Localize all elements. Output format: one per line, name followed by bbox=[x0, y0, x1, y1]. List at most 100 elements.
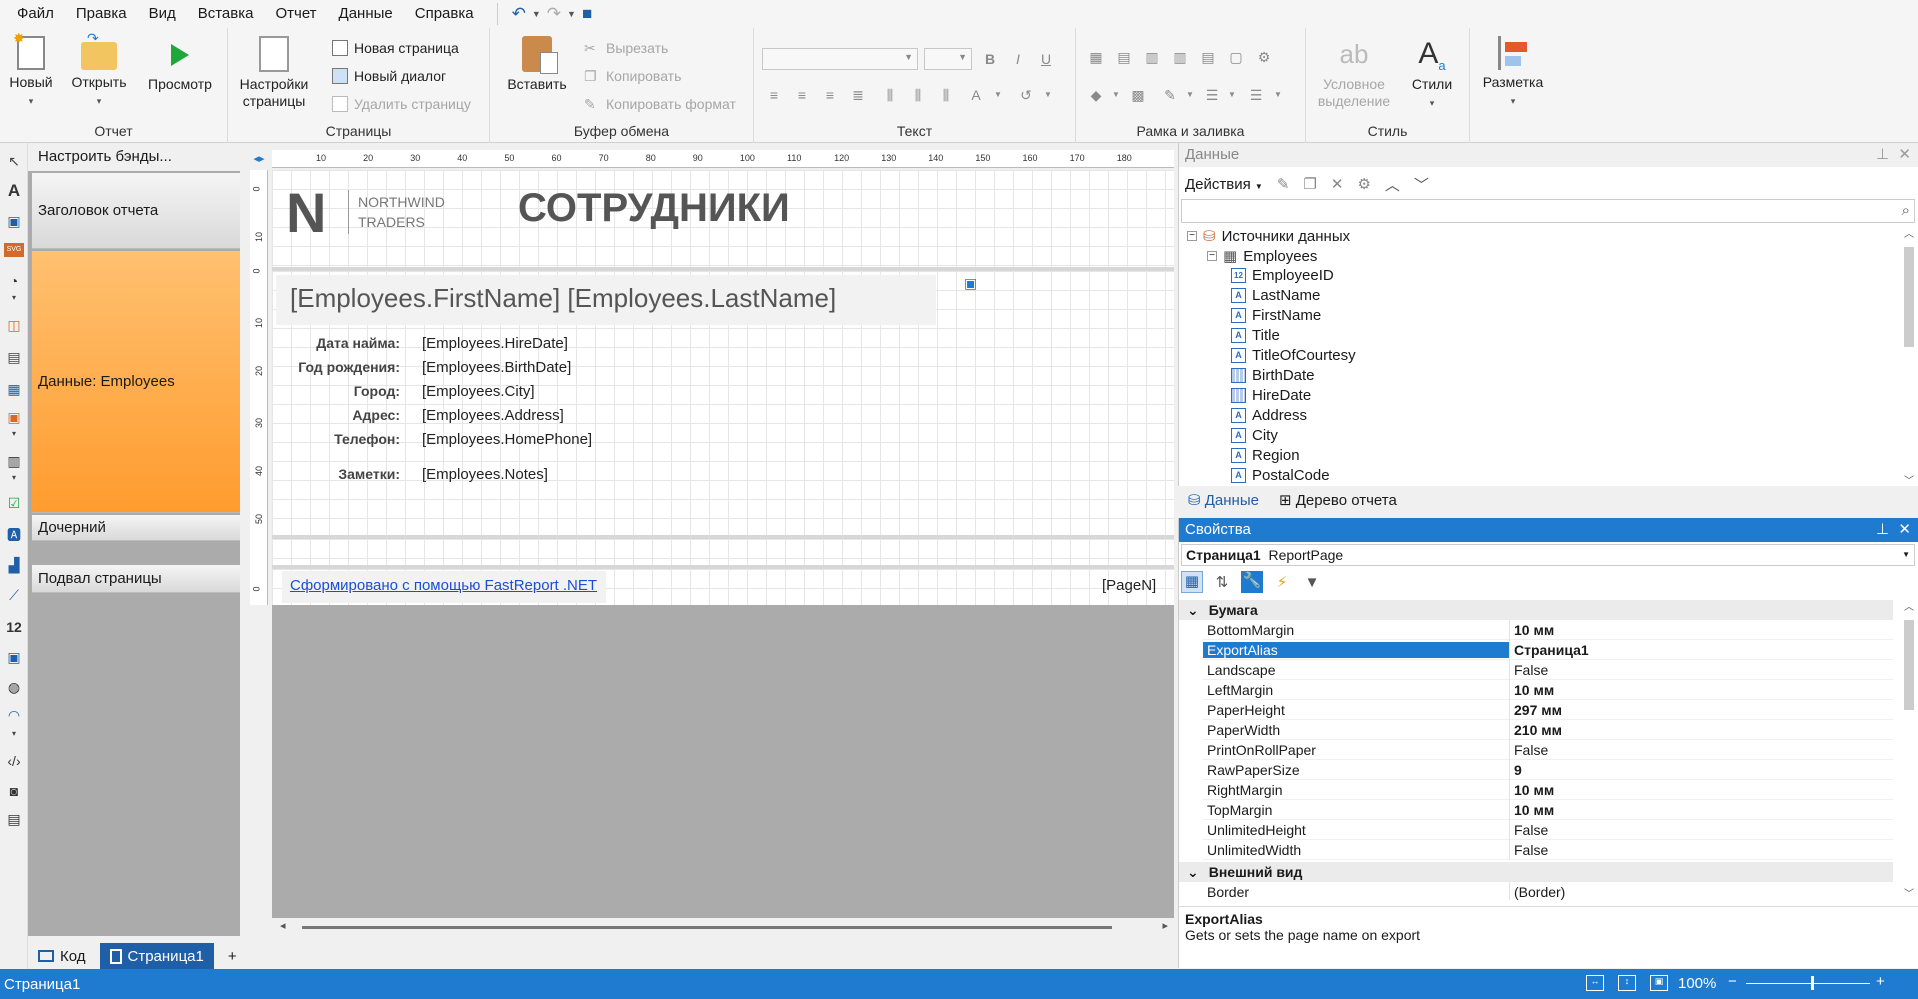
tab-code[interactable]: Код bbox=[28, 943, 96, 969]
rotate-icon[interactable]: ↺ bbox=[1016, 86, 1036, 104]
font-name-combo[interactable]: ▼ bbox=[762, 48, 918, 70]
report-title-band[interactable]: N NORTHWIND TRADERS СОТРУДНИКИ bbox=[272, 170, 1174, 267]
fit-width-icon[interactable]: ↕ bbox=[1618, 975, 1636, 991]
bands-icon[interactable]: ▤ bbox=[4, 809, 24, 829]
tree-field[interactable]: A Region bbox=[1231, 447, 1300, 464]
border-left-icon[interactable]: ▥ bbox=[1142, 48, 1162, 66]
border-right-icon[interactable]: ▥ bbox=[1170, 48, 1190, 66]
copy-icon[interactable]: ❐ bbox=[1303, 175, 1316, 193]
report-title-text[interactable]: СОТРУДНИКИ bbox=[518, 186, 790, 231]
zoom-slider-thumb[interactable] bbox=[1811, 976, 1814, 990]
chart-object-icon[interactable]: ▟ bbox=[4, 555, 24, 575]
border-top-icon[interactable]: ▤ bbox=[1114, 48, 1134, 66]
object-selector[interactable]: Страница1 ReportPage ▼ bbox=[1181, 544, 1915, 566]
fill-pattern-icon[interactable]: ▩ bbox=[1128, 86, 1148, 104]
data-band[interactable]: [Employees.FirstName] [Employees.LastNam… bbox=[272, 271, 1174, 535]
chevron-down-icon[interactable]: ▾ bbox=[4, 293, 24, 303]
border-all-icon[interactable]: ▦ bbox=[1086, 48, 1106, 66]
new-dialog-button[interactable]: Новый диалог bbox=[332, 68, 446, 84]
menu-view[interactable]: Вид bbox=[138, 0, 187, 28]
scroll-left-icon[interactable]: ◂ bbox=[280, 919, 286, 932]
underline-icon[interactable]: U bbox=[1036, 50, 1056, 68]
pin-icon[interactable]: ⊥ bbox=[1876, 518, 1889, 542]
close-icon[interactable]: ✕ bbox=[1898, 143, 1911, 167]
scroll-thumb[interactable] bbox=[1904, 620, 1914, 710]
italic-icon[interactable]: I bbox=[1008, 50, 1028, 68]
tab-data[interactable]: ⛁ Данные bbox=[1188, 491, 1259, 509]
footer-link[interactable]: Сформировано с помощью FastReport .NET bbox=[290, 577, 597, 594]
align-center-icon[interactable]: ≡ bbox=[792, 86, 812, 104]
property-grid-scrollbar[interactable]: ︿ ﹀ bbox=[1902, 598, 1916, 900]
property-row[interactable]: RightMargin 10 мм bbox=[1203, 779, 1893, 800]
band-page-footer[interactable]: Подвал страницы bbox=[32, 565, 240, 593]
property-row[interactable]: LeftMargin 10 мм bbox=[1203, 679, 1893, 700]
events-icon[interactable]: ⚡ bbox=[1271, 573, 1293, 591]
chevron-down-icon[interactable]: ▼ bbox=[1222, 86, 1242, 104]
shape-object-icon[interactable]: ◔ bbox=[4, 271, 24, 291]
new-page-button[interactable]: Новая страница bbox=[332, 40, 459, 56]
property-row[interactable]: ExportAlias Страница1 bbox=[1203, 639, 1893, 660]
redo-dropdown-icon[interactable]: ▼ bbox=[567, 9, 576, 19]
tab-page1[interactable]: Страница1 bbox=[99, 943, 214, 969]
fill-color-icon[interactable]: ◆ bbox=[1086, 86, 1106, 104]
chevron-down-icon[interactable]: ▼ bbox=[1106, 86, 1126, 104]
tree-field[interactable]: A Title bbox=[1231, 327, 1280, 344]
northwind-logo[interactable]: N NORTHWIND TRADERS bbox=[280, 180, 458, 246]
tab-report-tree[interactable]: ⊞ Дерево отчета bbox=[1279, 491, 1397, 509]
checkbox-object-icon[interactable]: ☑ bbox=[4, 493, 24, 513]
subreport-icon[interactable]: ◫ bbox=[4, 315, 24, 335]
category-paper[interactable]: ⌄ Бумага bbox=[1179, 600, 1893, 620]
pin-icon[interactable]: ⊥ bbox=[1876, 143, 1889, 167]
rich-text-icon[interactable]: 🅰 bbox=[4, 525, 24, 545]
picture-object-icon[interactable]: ▣ bbox=[4, 211, 24, 231]
pointer-icon[interactable]: ↖ bbox=[4, 151, 24, 171]
font-size-combo[interactable]: ▼ bbox=[924, 48, 972, 70]
text-object-icon[interactable]: A bbox=[4, 181, 24, 201]
data-tree-scrollbar[interactable]: ︿ ﹀ bbox=[1902, 225, 1916, 487]
align-right-icon[interactable]: ≡ bbox=[820, 86, 840, 104]
value-birth-date[interactable]: [Employees.BirthDate] bbox=[422, 359, 571, 376]
tree-field[interactable]: BirthDate bbox=[1231, 367, 1315, 384]
band-child[interactable]: Дочерний bbox=[32, 515, 240, 541]
align-justify-icon[interactable]: ≣ bbox=[848, 86, 868, 104]
undo-dropdown-icon[interactable]: ▼ bbox=[532, 9, 541, 19]
label-hire-date[interactable]: Дата найма: bbox=[276, 335, 400, 351]
paste-button[interactable]: Вставить bbox=[502, 36, 572, 93]
scroll-up-icon[interactable]: ︿ bbox=[1904, 225, 1914, 240]
value-hire-date[interactable]: [Employees.HireDate] bbox=[422, 335, 568, 352]
svg-object-icon[interactable]: SVG bbox=[4, 243, 24, 257]
zipcode-icon[interactable]: 12 bbox=[4, 617, 24, 637]
delete-page-button[interactable]: Удалить страницу bbox=[332, 96, 471, 112]
tree-field[interactable]: A TitleOfCourtesy bbox=[1231, 347, 1356, 364]
barcode-icon[interactable]: ▥ bbox=[4, 451, 24, 471]
scroll-thumb[interactable] bbox=[302, 926, 1112, 929]
scroll-up-icon[interactable]: ︿ bbox=[1904, 598, 1914, 613]
label-notes[interactable]: Заметки: bbox=[276, 466, 400, 482]
cut-button[interactable]: ✂ Вырезать bbox=[584, 40, 668, 56]
tree-field[interactable]: A LastName bbox=[1231, 287, 1320, 304]
property-row[interactable]: UnlimitedHeight False bbox=[1203, 819, 1893, 840]
menu-data[interactable]: Данные bbox=[328, 0, 404, 28]
categorized-icon[interactable]: ▦ bbox=[1181, 571, 1203, 593]
tree-field[interactable]: A Address bbox=[1231, 407, 1307, 424]
page-number-field[interactable]: [PageN] bbox=[1102, 577, 1156, 594]
zoom-out-icon[interactable]: − bbox=[1728, 973, 1737, 990]
align-left-icon[interactable]: ≡ bbox=[764, 86, 784, 104]
cellular-text-icon[interactable]: ▣ bbox=[4, 407, 24, 427]
chevron-down-icon[interactable]: ▼ bbox=[1180, 86, 1200, 104]
value-phone[interactable]: [Employees.HomePhone] bbox=[422, 431, 592, 448]
zoom-in-icon[interactable]: + bbox=[1876, 973, 1885, 990]
map-object-icon[interactable]: ◍ bbox=[4, 677, 24, 697]
menu-report[interactable]: Отчет bbox=[264, 0, 327, 28]
redo-icon[interactable]: ↷ bbox=[547, 4, 561, 24]
zoom-slider[interactable] bbox=[1746, 983, 1870, 984]
photo-placeholder[interactable]: ▣ bbox=[962, 275, 1158, 515]
tree-table-employees[interactable]: − ▦ Employees bbox=[1207, 247, 1317, 265]
html-object-icon[interactable]: ‹/› bbox=[4, 751, 24, 771]
sort-alpha-icon[interactable]: ⇅ bbox=[1211, 573, 1233, 591]
scroll-thumb[interactable] bbox=[1904, 247, 1914, 347]
scroll-down-icon[interactable]: ﹀ bbox=[1904, 885, 1914, 900]
tree-root[interactable]: − ⛁ Источники данных bbox=[1187, 227, 1350, 245]
tree-field[interactable]: A City bbox=[1231, 427, 1278, 444]
chevron-down-icon[interactable]: ▼ bbox=[988, 86, 1008, 104]
